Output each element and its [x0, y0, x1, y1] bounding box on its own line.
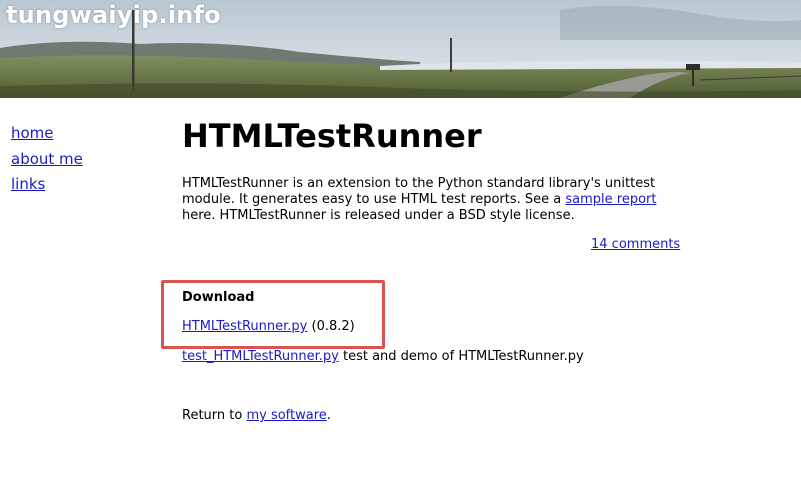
- comments-link[interactable]: 14 comments: [591, 237, 680, 253]
- nav-links-link[interactable]: links: [11, 175, 83, 201]
- page-description: HTMLTestRunner is an extension to the Py…: [182, 176, 692, 224]
- nav-about-me-link[interactable]: about me: [11, 150, 83, 176]
- download-highlight-box: [161, 280, 385, 349]
- return-prefix: Return to: [182, 408, 247, 423]
- page-title: HTMLTestRunner: [182, 117, 482, 155]
- test-htmltestrunner-link[interactable]: test_HTMLTestRunner.py: [182, 349, 339, 364]
- test-file-line: test_HTMLTestRunner.py test and demo of …: [182, 349, 584, 365]
- test-file-description: test and demo of HTMLTestRunner.py: [338, 349, 584, 364]
- site-title[interactable]: tungwaiyip.info: [6, 1, 221, 29]
- header-banner: tungwaiyip.info: [0, 0, 801, 98]
- return-line: Return to my software.: [182, 408, 331, 424]
- nav-home-link[interactable]: home: [11, 124, 83, 150]
- my-software-link[interactable]: my software: [246, 408, 326, 423]
- description-text-end: here. HTMLTestRunner is released under a…: [182, 208, 575, 223]
- return-suffix: .: [326, 408, 331, 423]
- main-content: HTMLTestRunner HTMLTestRunner is an exte…: [182, 116, 692, 423]
- sample-report-link[interactable]: sample report: [565, 192, 656, 207]
- sidebar-nav: home about me links: [11, 124, 83, 201]
